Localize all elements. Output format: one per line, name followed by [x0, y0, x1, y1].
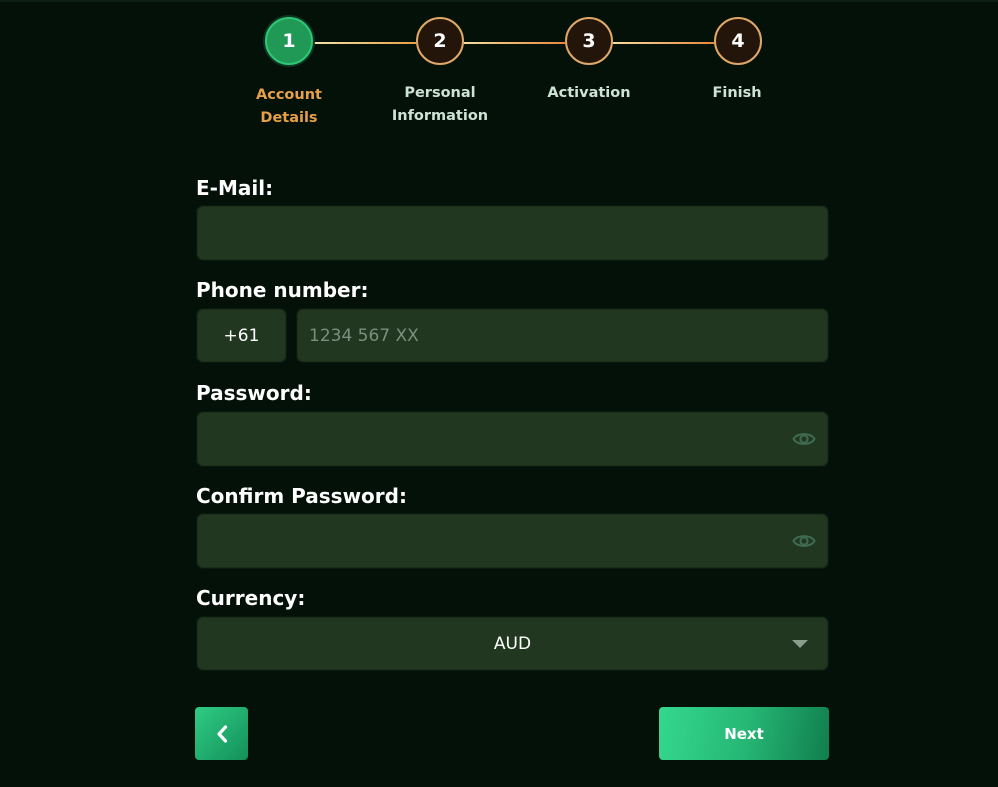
email-label: E-Mail:	[196, 176, 274, 200]
confirm-password-input[interactable]	[197, 514, 828, 568]
phone-label: Phone number:	[196, 278, 369, 302]
currency-select[interactable]: AUD	[196, 616, 829, 671]
step-4-label: Finish	[712, 85, 762, 101]
password-field-box	[196, 411, 829, 467]
step-1-label: Account Details	[256, 87, 322, 126]
step-2-circle[interactable]: 2	[416, 17, 464, 65]
currency-selected-value: AUD	[493, 633, 532, 654]
phone-input[interactable]	[297, 309, 828, 362]
step-connector-2-3	[464, 42, 565, 44]
confirm-password-field-box	[196, 513, 829, 569]
password-label: Password:	[196, 381, 312, 405]
phone-country-code[interactable]: +61	[196, 308, 287, 363]
currency-label: Currency:	[196, 586, 306, 610]
step-connector-3-4	[613, 42, 714, 44]
eye-icon[interactable]	[792, 531, 816, 551]
step-4-circle[interactable]: 4	[714, 17, 762, 65]
step-connector-1-2	[314, 42, 416, 44]
email-input[interactable]	[197, 206, 828, 260]
registration-stepper: 1 2 3 4 Account Details Personal Informa…	[0, 0, 998, 140]
confirm-password-label: Confirm Password:	[196, 484, 407, 508]
back-button[interactable]	[195, 707, 248, 760]
eye-icon[interactable]	[792, 429, 816, 449]
step-3-circle[interactable]: 3	[565, 17, 613, 65]
password-input[interactable]	[197, 412, 828, 466]
chevron-left-icon	[216, 724, 227, 743]
email-field-box	[196, 205, 829, 261]
registration-page: 1 2 3 4 Account Details Personal Informa…	[0, 0, 998, 787]
step-3-label: Activation	[547, 85, 631, 101]
next-button[interactable]: Next	[659, 707, 829, 760]
step-1-circle[interactable]: 1	[265, 17, 313, 65]
caret-down-icon	[792, 640, 808, 648]
step-2-label: Personal Information	[391, 85, 489, 124]
phone-field-box	[296, 308, 829, 363]
